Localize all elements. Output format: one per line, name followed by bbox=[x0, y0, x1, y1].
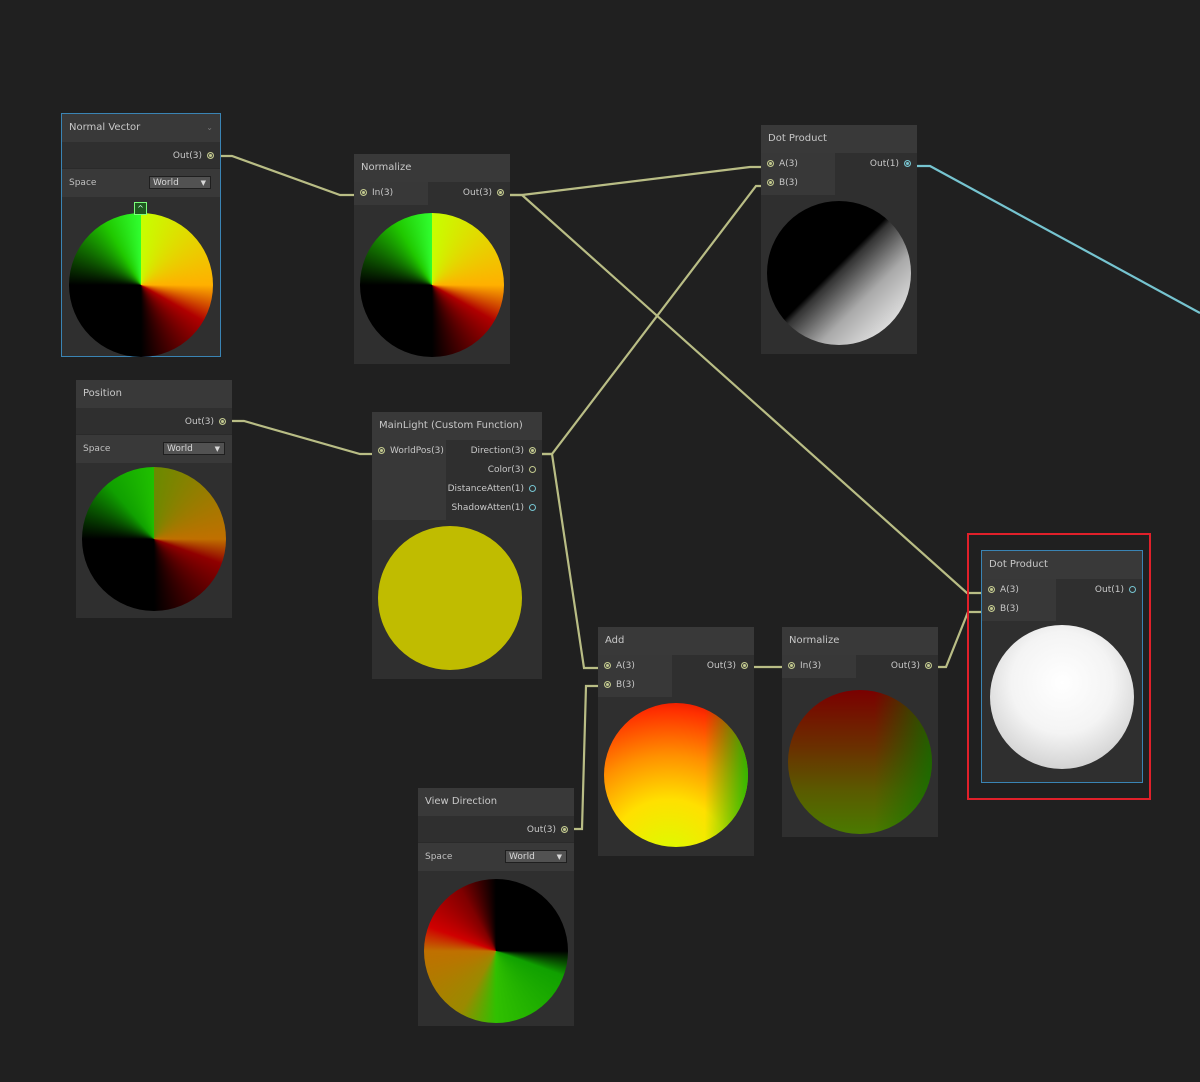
node-title[interactable]: Add bbox=[598, 627, 754, 655]
port-out[interactable]: Out(3) bbox=[672, 657, 754, 676]
port-dot-icon[interactable] bbox=[604, 662, 611, 669]
port-dot-icon[interactable] bbox=[925, 662, 932, 669]
port-color[interactable]: Color(3) bbox=[446, 461, 542, 480]
port-dot-icon[interactable] bbox=[497, 189, 504, 196]
port-dot-icon[interactable] bbox=[904, 160, 911, 167]
port-dot-icon[interactable] bbox=[604, 681, 611, 688]
port-out[interactable]: Out(3) bbox=[428, 184, 510, 203]
preview bbox=[761, 195, 917, 354]
preview-sphere bbox=[767, 201, 911, 345]
space-label: Space bbox=[69, 178, 97, 188]
port-b[interactable]: B(3) bbox=[598, 676, 672, 695]
node-view-direction[interactable]: View Direction Out(3) Space World ▼ bbox=[418, 788, 574, 1026]
preview: ^ bbox=[62, 197, 220, 357]
space-dropdown[interactable]: World ▼ bbox=[163, 442, 225, 455]
port-dot-icon[interactable] bbox=[788, 662, 795, 669]
space-dropdown[interactable]: World ▼ bbox=[505, 850, 567, 863]
space-control: Space World ▼ bbox=[62, 168, 220, 197]
wire-normalize-to-dot2-a bbox=[501, 193, 992, 595]
port-out[interactable]: Out(3) bbox=[856, 657, 938, 676]
node-title-text: Normal Vector bbox=[69, 122, 141, 133]
port-distance-atten[interactable]: DistanceAtten(1) bbox=[446, 480, 542, 499]
port-dot-icon[interactable] bbox=[767, 179, 774, 186]
space-control: Space World ▼ bbox=[76, 434, 232, 463]
preview bbox=[418, 871, 574, 1026]
port-dot-icon[interactable] bbox=[378, 447, 385, 454]
node-title[interactable]: Normalize bbox=[782, 627, 938, 655]
port-out[interactable]: Out(3) bbox=[76, 413, 232, 432]
wire-dot-out bbox=[908, 164, 1200, 314]
node-title[interactable]: Dot Product bbox=[761, 125, 917, 153]
port-dot-icon[interactable] bbox=[219, 418, 226, 425]
port-out[interactable]: Out(3) bbox=[418, 821, 574, 840]
node-mainlight[interactable]: MainLight (Custom Function) WorldPos(3) … bbox=[372, 412, 542, 679]
port-in[interactable]: In(3) bbox=[782, 657, 856, 676]
port-dot-icon[interactable] bbox=[529, 485, 536, 492]
preview bbox=[76, 463, 232, 618]
node-title[interactable]: MainLight (Custom Function) bbox=[372, 412, 542, 440]
port-direction[interactable]: Direction(3) bbox=[446, 442, 542, 461]
port-dot-icon[interactable] bbox=[767, 160, 774, 167]
preview-sphere bbox=[360, 213, 504, 357]
preview-sphere bbox=[69, 213, 213, 357]
port-dot-icon[interactable] bbox=[561, 826, 568, 833]
port-dot-icon[interactable] bbox=[529, 466, 536, 473]
node-normalize-1[interactable]: Normalize In(3) Out(3) bbox=[354, 154, 510, 364]
space-control: Space World ▼ bbox=[418, 842, 574, 871]
port-out[interactable]: Out(3) bbox=[62, 147, 220, 166]
port-shadow-atten[interactable]: ShadowAtten(1) bbox=[446, 499, 542, 518]
wire-position-to-mainlight bbox=[223, 419, 381, 456]
preview-sphere bbox=[378, 526, 522, 670]
caret-down-icon: ▼ bbox=[214, 445, 220, 453]
selection-highlight-box bbox=[967, 533, 1151, 800]
node-title[interactable]: Normal Vector ⌄ bbox=[62, 114, 220, 142]
node-title[interactable]: Normalize bbox=[354, 154, 510, 182]
wire-direction-to-add-a bbox=[533, 452, 607, 670]
preview-sphere bbox=[82, 467, 226, 611]
port-in[interactable]: In(3) bbox=[354, 184, 428, 203]
node-dot-product-1[interactable]: Dot Product A(3) B(3) Out(1) bbox=[761, 125, 917, 354]
preview bbox=[372, 520, 542, 679]
wire-normal-to-normalize bbox=[211, 154, 362, 197]
wire-direction-to-dot-b bbox=[533, 184, 770, 456]
preview-sphere-tint bbox=[788, 690, 932, 834]
port-worldpos[interactable]: WorldPos(3) bbox=[372, 442, 446, 461]
port-dot-icon[interactable] bbox=[529, 447, 536, 454]
preview bbox=[782, 678, 938, 837]
chevron-up-icon[interactable]: ^ bbox=[134, 202, 147, 215]
space-dropdown[interactable]: World ▼ bbox=[149, 176, 211, 189]
chevron-down-icon[interactable]: ⌄ bbox=[206, 114, 213, 142]
port-dot-icon[interactable] bbox=[207, 152, 214, 159]
node-title[interactable]: Position bbox=[76, 380, 232, 408]
node-normalize-2[interactable]: Normalize In(3) Out(3) bbox=[782, 627, 938, 837]
port-b[interactable]: B(3) bbox=[761, 174, 835, 193]
port-dot-icon[interactable] bbox=[529, 504, 536, 511]
port-dot-icon[interactable] bbox=[360, 189, 367, 196]
node-add[interactable]: Add A(3) B(3) Out(3) bbox=[598, 627, 754, 856]
port-dot-icon[interactable] bbox=[741, 662, 748, 669]
preview bbox=[598, 697, 754, 856]
node-normal-vector[interactable]: Normal Vector ⌄ Out(3) Space World ▼ ^ bbox=[61, 113, 221, 357]
wire-normalize-to-dot-a bbox=[501, 165, 770, 197]
node-position[interactable]: Position Out(3) Space World ▼ bbox=[76, 380, 232, 618]
port-a[interactable]: A(3) bbox=[598, 657, 672, 676]
caret-down-icon: ▼ bbox=[556, 853, 562, 861]
node-title[interactable]: View Direction bbox=[418, 788, 574, 816]
preview bbox=[354, 205, 510, 364]
port-out[interactable]: Out(1) bbox=[835, 155, 917, 174]
preview-sphere bbox=[424, 879, 568, 1023]
caret-down-icon: ▼ bbox=[200, 179, 206, 187]
preview-sphere-tint bbox=[604, 703, 748, 847]
port-a[interactable]: A(3) bbox=[761, 155, 835, 174]
